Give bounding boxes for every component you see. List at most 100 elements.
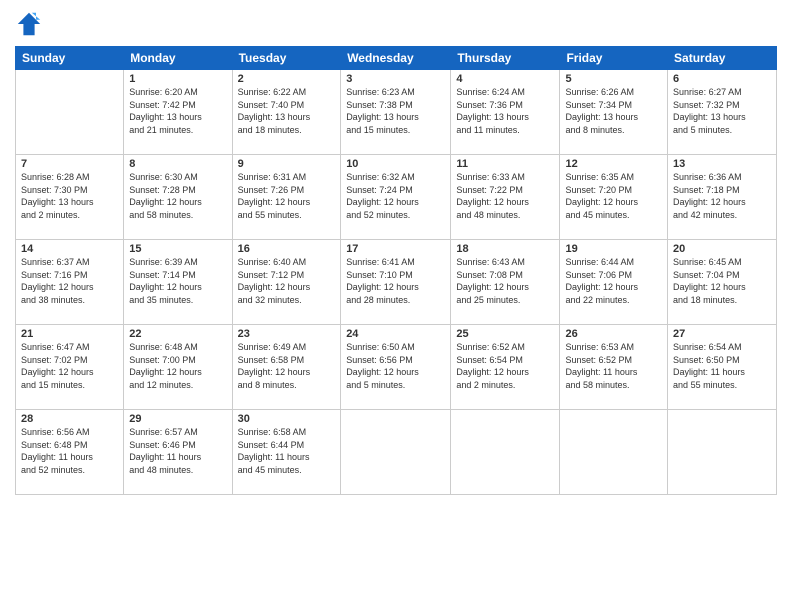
calendar-cell: 20Sunrise: 6:45 AM Sunset: 7:04 PM Dayli… (668, 240, 777, 325)
weekday-header: Friday (560, 47, 668, 70)
calendar-cell (451, 410, 560, 495)
day-info: Sunrise: 6:52 AM Sunset: 6:54 PM Dayligh… (456, 341, 554, 391)
day-info: Sunrise: 6:44 AM Sunset: 7:06 PM Dayligh… (565, 256, 662, 306)
day-info: Sunrise: 6:37 AM Sunset: 7:16 PM Dayligh… (21, 256, 118, 306)
day-info: Sunrise: 6:39 AM Sunset: 7:14 PM Dayligh… (129, 256, 226, 306)
calendar-cell: 11Sunrise: 6:33 AM Sunset: 7:22 PM Dayli… (451, 155, 560, 240)
calendar-cell: 15Sunrise: 6:39 AM Sunset: 7:14 PM Dayli… (124, 240, 232, 325)
calendar-cell: 30Sunrise: 6:58 AM Sunset: 6:44 PM Dayli… (232, 410, 341, 495)
day-info: Sunrise: 6:58 AM Sunset: 6:44 PM Dayligh… (238, 426, 336, 476)
calendar-cell (668, 410, 777, 495)
day-number: 11 (456, 158, 554, 170)
day-number: 29 (129, 413, 226, 425)
day-info: Sunrise: 6:31 AM Sunset: 7:26 PM Dayligh… (238, 171, 336, 221)
day-info: Sunrise: 6:22 AM Sunset: 7:40 PM Dayligh… (238, 86, 336, 136)
day-info: Sunrise: 6:26 AM Sunset: 7:34 PM Dayligh… (565, 86, 662, 136)
day-number: 30 (238, 413, 336, 425)
calendar-cell: 6Sunrise: 6:27 AM Sunset: 7:32 PM Daylig… (668, 70, 777, 155)
day-number: 23 (238, 328, 336, 340)
logo (15, 10, 45, 38)
calendar-cell: 12Sunrise: 6:35 AM Sunset: 7:20 PM Dayli… (560, 155, 668, 240)
calendar-cell: 26Sunrise: 6:53 AM Sunset: 6:52 PM Dayli… (560, 325, 668, 410)
calendar-cell (341, 410, 451, 495)
calendar-table: SundayMondayTuesdayWednesdayThursdayFrid… (15, 46, 777, 495)
day-number: 7 (21, 158, 118, 170)
calendar-cell: 4Sunrise: 6:24 AM Sunset: 7:36 PM Daylig… (451, 70, 560, 155)
calendar-cell: 8Sunrise: 6:30 AM Sunset: 7:28 PM Daylig… (124, 155, 232, 240)
calendar-cell: 5Sunrise: 6:26 AM Sunset: 7:34 PM Daylig… (560, 70, 668, 155)
calendar-cell: 14Sunrise: 6:37 AM Sunset: 7:16 PM Dayli… (16, 240, 124, 325)
day-info: Sunrise: 6:36 AM Sunset: 7:18 PM Dayligh… (673, 171, 771, 221)
day-info: Sunrise: 6:48 AM Sunset: 7:00 PM Dayligh… (129, 341, 226, 391)
day-number: 9 (238, 158, 336, 170)
day-number: 1 (129, 73, 226, 85)
day-info: Sunrise: 6:23 AM Sunset: 7:38 PM Dayligh… (346, 86, 445, 136)
day-info: Sunrise: 6:33 AM Sunset: 7:22 PM Dayligh… (456, 171, 554, 221)
calendar-cell: 10Sunrise: 6:32 AM Sunset: 7:24 PM Dayli… (341, 155, 451, 240)
day-info: Sunrise: 6:50 AM Sunset: 6:56 PM Dayligh… (346, 341, 445, 391)
calendar-cell: 18Sunrise: 6:43 AM Sunset: 7:08 PM Dayli… (451, 240, 560, 325)
calendar-cell: 13Sunrise: 6:36 AM Sunset: 7:18 PM Dayli… (668, 155, 777, 240)
day-number: 21 (21, 328, 118, 340)
day-info: Sunrise: 6:35 AM Sunset: 7:20 PM Dayligh… (565, 171, 662, 221)
day-info: Sunrise: 6:53 AM Sunset: 6:52 PM Dayligh… (565, 341, 662, 391)
logo-icon (15, 10, 43, 38)
day-info: Sunrise: 6:40 AM Sunset: 7:12 PM Dayligh… (238, 256, 336, 306)
calendar-cell: 22Sunrise: 6:48 AM Sunset: 7:00 PM Dayli… (124, 325, 232, 410)
calendar-cell: 29Sunrise: 6:57 AM Sunset: 6:46 PM Dayli… (124, 410, 232, 495)
calendar-cell: 16Sunrise: 6:40 AM Sunset: 7:12 PM Dayli… (232, 240, 341, 325)
day-info: Sunrise: 6:49 AM Sunset: 6:58 PM Dayligh… (238, 341, 336, 391)
calendar-cell: 2Sunrise: 6:22 AM Sunset: 7:40 PM Daylig… (232, 70, 341, 155)
day-number: 5 (565, 73, 662, 85)
day-info: Sunrise: 6:57 AM Sunset: 6:46 PM Dayligh… (129, 426, 226, 476)
weekday-header: Wednesday (341, 47, 451, 70)
day-number: 27 (673, 328, 771, 340)
day-number: 20 (673, 243, 771, 255)
day-info: Sunrise: 6:54 AM Sunset: 6:50 PM Dayligh… (673, 341, 771, 391)
weekday-header: Thursday (451, 47, 560, 70)
calendar-cell: 1Sunrise: 6:20 AM Sunset: 7:42 PM Daylig… (124, 70, 232, 155)
calendar-cell: 7Sunrise: 6:28 AM Sunset: 7:30 PM Daylig… (16, 155, 124, 240)
day-number: 15 (129, 243, 226, 255)
day-info: Sunrise: 6:20 AM Sunset: 7:42 PM Dayligh… (129, 86, 226, 136)
calendar-cell: 28Sunrise: 6:56 AM Sunset: 6:48 PM Dayli… (16, 410, 124, 495)
day-info: Sunrise: 6:24 AM Sunset: 7:36 PM Dayligh… (456, 86, 554, 136)
weekday-header: Sunday (16, 47, 124, 70)
day-number: 6 (673, 73, 771, 85)
day-number: 17 (346, 243, 445, 255)
day-number: 2 (238, 73, 336, 85)
weekday-header: Saturday (668, 47, 777, 70)
day-info: Sunrise: 6:41 AM Sunset: 7:10 PM Dayligh… (346, 256, 445, 306)
day-number: 3 (346, 73, 445, 85)
weekday-header: Monday (124, 47, 232, 70)
calendar-cell (16, 70, 124, 155)
weekday-header: Tuesday (232, 47, 341, 70)
day-info: Sunrise: 6:43 AM Sunset: 7:08 PM Dayligh… (456, 256, 554, 306)
day-number: 8 (129, 158, 226, 170)
day-number: 28 (21, 413, 118, 425)
day-info: Sunrise: 6:28 AM Sunset: 7:30 PM Dayligh… (21, 171, 118, 221)
header (15, 10, 777, 38)
calendar-cell (560, 410, 668, 495)
calendar-cell: 24Sunrise: 6:50 AM Sunset: 6:56 PM Dayli… (341, 325, 451, 410)
day-info: Sunrise: 6:32 AM Sunset: 7:24 PM Dayligh… (346, 171, 445, 221)
day-number: 14 (21, 243, 118, 255)
day-info: Sunrise: 6:45 AM Sunset: 7:04 PM Dayligh… (673, 256, 771, 306)
calendar-cell: 27Sunrise: 6:54 AM Sunset: 6:50 PM Dayli… (668, 325, 777, 410)
calendar-cell: 21Sunrise: 6:47 AM Sunset: 7:02 PM Dayli… (16, 325, 124, 410)
day-info: Sunrise: 6:56 AM Sunset: 6:48 PM Dayligh… (21, 426, 118, 476)
day-number: 25 (456, 328, 554, 340)
day-number: 22 (129, 328, 226, 340)
calendar-cell: 19Sunrise: 6:44 AM Sunset: 7:06 PM Dayli… (560, 240, 668, 325)
day-number: 18 (456, 243, 554, 255)
day-number: 24 (346, 328, 445, 340)
day-number: 19 (565, 243, 662, 255)
day-number: 12 (565, 158, 662, 170)
calendar-cell: 17Sunrise: 6:41 AM Sunset: 7:10 PM Dayli… (341, 240, 451, 325)
calendar-cell: 9Sunrise: 6:31 AM Sunset: 7:26 PM Daylig… (232, 155, 341, 240)
calendar-cell: 3Sunrise: 6:23 AM Sunset: 7:38 PM Daylig… (341, 70, 451, 155)
day-info: Sunrise: 6:27 AM Sunset: 7:32 PM Dayligh… (673, 86, 771, 136)
day-info: Sunrise: 6:30 AM Sunset: 7:28 PM Dayligh… (129, 171, 226, 221)
day-number: 26 (565, 328, 662, 340)
day-number: 13 (673, 158, 771, 170)
